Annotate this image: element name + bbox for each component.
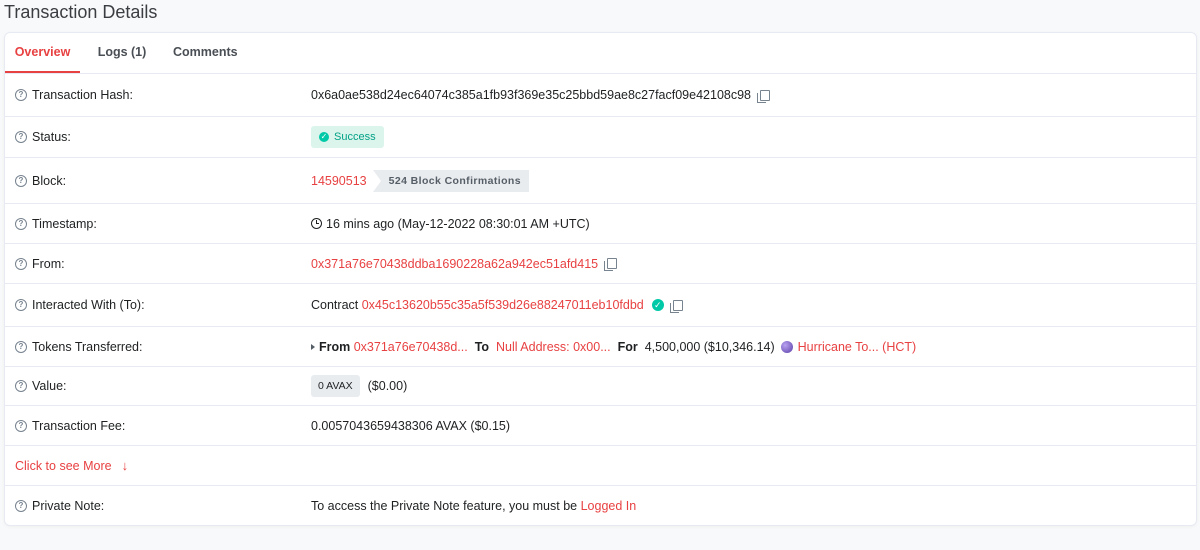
row-interacted-with: ? Interacted With (To): Contract 0x45c136… [5,284,1196,327]
row-label: Value: [32,379,67,393]
arrow-down-icon[interactable]: ↓ [122,458,129,473]
question-circle-icon[interactable]: ? [15,499,27,512]
value-badge: 0 AVAX [311,375,360,397]
question-circle-icon[interactable]: ? [15,131,27,143]
row-label: Timestamp: [32,216,97,231]
token-from-label: From [319,339,351,354]
row-transaction-hash: ? Transaction Hash: 0x6a0ae538d24ec64074c… [5,74,1196,117]
see-more-text[interactable]: Click to see More [15,459,112,473]
private-note-text: To access the Private Note feature, you … [311,498,578,513]
token-icon [780,340,793,353]
row-label: Transaction Fee: [32,418,126,433]
tab-bar: Overview Logs (1) Comments [5,33,1196,74]
token-from-link[interactable]: 0x371a76e70438d... [354,340,468,354]
question-circle-icon[interactable]: ? [15,257,27,270]
token-amount: 4,500,000 ($10,346.14) [644,339,775,354]
row-label: Transaction Hash: [32,88,133,102]
row-label: Tokens Transferred: [32,339,143,354]
tab-logs[interactable]: Logs (1) [97,33,147,73]
page-title: Transaction Details [4,2,158,22]
row-from: ? From: 0x371a76e70438ddba1690228a62a942e… [5,244,1196,284]
row-label: From: [32,256,65,271]
row-label: Status: [32,130,71,144]
token-to-label: To [474,339,490,354]
block-confirmations-badge: 524 Block Confirmations [372,169,529,192]
copy-icon[interactable] [669,299,683,313]
question-circle-icon[interactable]: ? [15,89,27,101]
row-private-note: ? Private Note: To access the Private Not… [5,486,1196,525]
transaction-fee-value: 0.0057043659438306 AVAX ($0.15) [311,418,511,433]
question-circle-icon[interactable]: ? [15,340,27,353]
question-circle-icon[interactable]: ? [15,419,27,432]
timestamp-value: 16 mins ago (May-12-2022 08:30:01 AM +UT… [326,216,590,231]
transaction-hash-value: 0x6a0ae538d24ec64074c385a1fb93f369e35c25… [311,88,751,102]
contract-address-link[interactable]: 0x45c13620b55c35a5f539d26e88247011eb10fd… [362,298,644,312]
clock-icon [311,218,322,229]
question-circle-icon[interactable]: ? [15,299,27,311]
logged-in-link[interactable]: Logged In [581,499,637,513]
caret-right-icon[interactable] [311,343,315,350]
see-more-link[interactable]: Click to see More ↓ [15,446,128,485]
check-circle-icon: ✓ [319,132,329,142]
token-for-label: For [617,339,638,354]
copy-icon[interactable] [757,89,770,103]
row-timestamp: ? Timestamp: 16 mins ago (May-12-2022 08:… [5,204,1196,244]
row-label: Interacted With (To): [32,298,145,312]
value-usd: ($0.00) [367,379,408,393]
row-block: ? Block: 14590513 524 Block Confirmations [5,158,1196,204]
row-see-more: Click to see More ↓ [5,446,1196,486]
token-name-link[interactable]: Hurricane To... (HCT) [798,340,917,354]
block-number-link[interactable]: 14590513 [311,174,367,188]
question-circle-icon[interactable]: ? [15,380,27,392]
row-label: Block: [32,173,67,188]
copy-icon[interactable] [604,258,618,271]
transaction-card: Overview Logs (1) Comments ? Transaction … [4,32,1197,526]
verified-icon: ✓ [651,299,664,311]
row-status: ? Status: ✓ Success [5,117,1196,158]
status-badge: ✓ Success [311,126,384,148]
tab-overview[interactable]: Overview [5,33,80,73]
contract-prefix: Contract [311,298,359,312]
question-circle-icon[interactable]: ? [15,174,27,187]
row-label: Private Note: [32,498,105,513]
from-address-link[interactable]: 0x371a76e70438ddba1690228a62a942ec51afd4… [311,257,598,271]
row-transaction-fee: ? Transaction Fee: 0.0057043659438306 AVA… [5,406,1196,446]
tab-comments[interactable]: Comments [173,33,238,73]
status-text: Success [334,131,376,143]
row-tokens-transferred: ? Tokens Transferred: From 0x371a76e70438… [5,327,1196,367]
row-value: ? Value: 0 AVAX ($0.00) [5,367,1196,406]
token-to-link[interactable]: Null Address: 0x00... [496,340,611,354]
question-circle-icon[interactable]: ? [15,217,27,230]
